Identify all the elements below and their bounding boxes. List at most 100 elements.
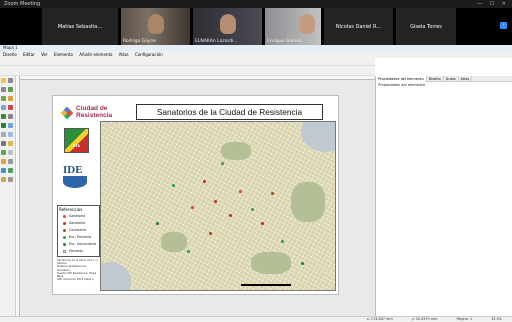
add-text-table-icon[interactable] <box>1 168 6 173</box>
school-point[interactable] <box>221 162 224 165</box>
add-north-arrow-icon[interactable] <box>1 123 6 128</box>
legend-item: Comisaría <box>59 227 98 234</box>
add-node-icon[interactable] <box>1 177 6 182</box>
add-label-icon[interactable] <box>8 105 13 110</box>
sanatorio-point[interactable] <box>239 190 242 193</box>
add-table-icon[interactable] <box>8 132 13 137</box>
menu-item[interactable]: Añadir elemento <box>79 52 112 57</box>
participant-tile[interactable]: Rodrigo Gayne <box>121 8 190 45</box>
participant-name: Matias Sebastia... <box>57 24 103 30</box>
panel-heading: Propiedades del elemento <box>378 83 425 87</box>
source-note[interactable]: Sanatorios de la Cdad. Ctrl.s / u Intelc… <box>57 259 100 281</box>
legend-item: Sanatorio <box>59 213 98 220</box>
school-point[interactable] <box>281 240 284 243</box>
add-polygon-icon[interactable] <box>8 141 13 146</box>
tab-guides[interactable]: Guías <box>444 76 459 82</box>
green-area <box>251 252 291 274</box>
layout-page[interactable]: Ciudad de Resistencia ETA IDE Sanatorios… <box>52 95 339 295</box>
pan-icon[interactable] <box>1 78 6 83</box>
add-3d-map-icon[interactable] <box>8 96 13 101</box>
zoom-title: Zoom Meeting <box>4 1 41 7</box>
sanatorio-point[interactable] <box>191 206 194 209</box>
add-legend-icon[interactable] <box>1 114 6 119</box>
legend-symbol-icon <box>63 235 66 239</box>
ruler-vertical <box>16 76 20 316</box>
menu-item[interactable]: Atlas <box>119 52 129 57</box>
participant-name: Nicolas Daniel R... <box>335 24 382 30</box>
participant-tile[interactable]: Gisela Torres <box>396 8 456 45</box>
participant-name: Rodrigo Gayne <box>123 39 157 44</box>
participant-video <box>147 14 164 34</box>
city-logo-line2: Resistencia <box>76 111 113 119</box>
menu-item[interactable]: Editar <box>23 52 35 57</box>
legend-item: Esc. Secundaria <box>59 241 98 248</box>
police-point[interactable] <box>271 192 274 195</box>
city-logo-mark-icon <box>60 106 74 120</box>
green-area <box>291 182 325 222</box>
police-point[interactable] <box>209 232 212 235</box>
map-frame[interactable] <box>100 121 336 291</box>
legend-symbol-icon <box>63 242 66 246</box>
school-point[interactable] <box>251 208 254 211</box>
legend-title: Referencias <box>59 207 83 212</box>
ide-logo[interactable]: IDE <box>63 164 91 190</box>
ide-logo-shape <box>63 176 87 188</box>
city-logo[interactable]: Ciudad de Resistencia <box>60 105 113 121</box>
sanatorio-point[interactable] <box>214 200 217 203</box>
legend-symbol-icon <box>63 221 66 225</box>
add-map-icon[interactable] <box>1 96 6 101</box>
green-area <box>161 232 187 252</box>
legend[interactable]: Referencias Sanatorio Sanatorio Comisarí… <box>57 205 100 257</box>
add-shape-icon[interactable] <box>8 123 13 128</box>
participant-tile[interactable]: Enrique Gomez <box>265 8 321 45</box>
menu-item[interactable]: Ver <box>41 52 48 57</box>
next-page-arrow-icon[interactable]: › <box>500 22 507 29</box>
layout-toolbar <box>0 58 375 73</box>
add-polyline-icon[interactable] <box>1 150 6 155</box>
menu-item[interactable]: Configuración <box>135 52 163 57</box>
participant-tile[interactable]: ELNARAn Lazardi... <box>193 8 262 45</box>
legend-symbol-icon <box>63 214 66 218</box>
select-icon[interactable] <box>8 78 13 83</box>
scale-bar[interactable] <box>241 284 291 286</box>
tab-layout[interactable]: Diseño <box>427 76 444 82</box>
participant-tile[interactable]: Nicolas Daniel R... <box>324 8 393 45</box>
status-page: Página: 1 <box>456 317 473 321</box>
green-area <box>221 142 251 160</box>
menu-item[interactable]: Elemento <box>54 52 73 57</box>
school-point[interactable] <box>301 262 304 265</box>
zoom-level[interactable]: 32.5% <box>491 317 502 321</box>
add-scalebar-icon[interactable] <box>8 114 13 119</box>
participant-tile[interactable]: Matias Sebastia... <box>42 8 118 45</box>
add-attribute-table-icon[interactable] <box>8 159 13 164</box>
add-other-icon[interactable] <box>8 177 13 182</box>
atlas-toolbar <box>0 66 375 81</box>
item-toolbar <box>0 76 16 316</box>
add-arrow-icon[interactable] <box>1 132 6 137</box>
school-point[interactable] <box>172 184 175 187</box>
window-controls[interactable]: — ☐ ✕ <box>477 0 509 8</box>
sanatorio-point[interactable] <box>261 222 264 225</box>
school-point[interactable] <box>156 222 159 225</box>
tab-atlas[interactable]: Atlas <box>459 76 473 82</box>
school-point[interactable] <box>187 250 190 253</box>
edit-nodes-icon[interactable] <box>8 87 13 92</box>
add-elevation-icon[interactable] <box>1 159 6 164</box>
add-marker-icon[interactable] <box>8 150 13 155</box>
legend-symbol-icon <box>63 228 66 232</box>
legend-item: Parcelas <box>59 248 98 255</box>
tab-item-properties[interactable]: Propiedades del elemento <box>376 76 427 82</box>
sanatorio-point[interactable] <box>229 214 232 217</box>
add-picture-icon[interactable] <box>1 105 6 110</box>
add-html-icon[interactable] <box>1 141 6 146</box>
ruler-horizontal <box>16 76 375 80</box>
sanatorio-point[interactable] <box>203 180 206 183</box>
menu-item[interactable]: Diseño <box>3 52 17 57</box>
eta-logo[interactable]: ETA <box>64 128 89 153</box>
status-bar: x: 174.647 mm y: 30.4379 mm Página: 1 32… <box>0 316 512 322</box>
add-frame-icon[interactable] <box>8 168 13 173</box>
participant-name: ELNARAn Lazardi... <box>195 39 238 44</box>
map-title[interactable]: Sanatorios de la Ciudad de Resistencia <box>136 104 323 120</box>
move-content-icon[interactable] <box>1 87 6 92</box>
participant-video <box>299 14 315 34</box>
